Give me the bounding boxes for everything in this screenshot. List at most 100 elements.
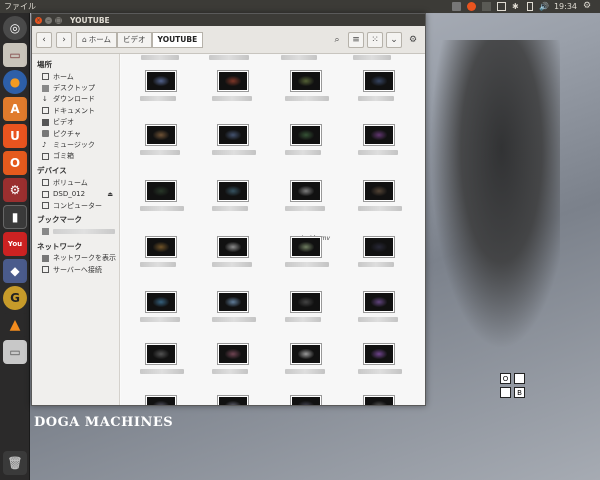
folder-icon bbox=[42, 228, 49, 236]
view-options-button[interactable]: ⌄ bbox=[386, 31, 402, 48]
clock[interactable]: 19:34 bbox=[554, 2, 577, 11]
app-menu[interactable]: ファイル bbox=[0, 1, 36, 12]
video-thumbnail[interactable] bbox=[363, 236, 395, 258]
breadcrumb-youtube[interactable]: YOUTUBE bbox=[151, 31, 204, 48]
file-caption bbox=[358, 150, 398, 155]
video-thumbnail[interactable] bbox=[363, 291, 395, 313]
video-thumbnail[interactable] bbox=[290, 180, 322, 202]
sidebar-item-desktop[interactable]: デスクトップ bbox=[32, 82, 119, 93]
vlc-icon[interactable]: ▲ bbox=[3, 313, 27, 337]
joystick-icon[interactable]: ◆ bbox=[3, 259, 27, 283]
file-caption bbox=[212, 262, 252, 267]
video-thumbnail[interactable] bbox=[145, 70, 177, 92]
toolbar-right: ⌕ ≡ ⁙ ⌄ ⚙ bbox=[329, 31, 421, 48]
file-caption bbox=[140, 150, 180, 155]
ubuntu-one-icon[interactable]: U bbox=[3, 124, 27, 148]
video-thumbnail[interactable] bbox=[290, 343, 322, 365]
sidebar-item-volume[interactable]: ボリューム bbox=[32, 177, 119, 188]
settings-button[interactable]: ⚙ bbox=[405, 32, 421, 48]
office-icon[interactable]: O bbox=[3, 151, 27, 175]
battery-icon[interactable] bbox=[526, 2, 533, 11]
file-caption bbox=[140, 262, 176, 267]
drive-icon[interactable]: ▭ bbox=[3, 340, 27, 364]
software-center-icon[interactable]: A bbox=[3, 97, 27, 121]
video-thumbnail[interactable] bbox=[290, 395, 322, 405]
app-g-icon[interactable]: G bbox=[3, 286, 27, 310]
sidebar-item-trash[interactable]: ゴミ箱 bbox=[32, 151, 119, 162]
file-caption bbox=[285, 369, 325, 374]
bluetooth-icon[interactable]: ✱ bbox=[512, 2, 521, 11]
file-caption bbox=[285, 150, 321, 155]
sidebar-item-bookmark[interactable] bbox=[32, 226, 119, 237]
devices-header: デバイス bbox=[37, 166, 67, 176]
video-thumbnail[interactable] bbox=[217, 180, 249, 202]
video-thumbnail[interactable] bbox=[145, 124, 177, 146]
video-thumbnail[interactable] bbox=[290, 70, 322, 92]
volume-icon[interactable]: 🔊 bbox=[539, 2, 549, 11]
sidebar-item-home[interactable]: ホーム bbox=[32, 71, 119, 82]
video-thumbnail[interactable] bbox=[363, 180, 395, 202]
sidebar-item-browse-network[interactable]: ネットワークを表示 bbox=[32, 253, 119, 264]
close-icon[interactable]: × bbox=[35, 16, 42, 24]
desktop-block-b: B bbox=[514, 387, 525, 398]
settings-icon[interactable]: ⚙ bbox=[3, 178, 27, 202]
video-thumbnail[interactable] bbox=[363, 70, 395, 92]
video-thumbnail[interactable] bbox=[217, 236, 249, 258]
video-thumbnail[interactable] bbox=[363, 395, 395, 405]
youtube-icon[interactable]: You bbox=[3, 232, 27, 256]
video-thumbnail[interactable] bbox=[217, 124, 249, 146]
file-caption bbox=[285, 317, 321, 322]
camera-icon bbox=[42, 130, 49, 138]
grid-view-button[interactable]: ⁙ bbox=[367, 31, 383, 48]
update-icon[interactable] bbox=[466, 2, 476, 11]
video-thumbnail[interactable] bbox=[363, 124, 395, 146]
video-thumbnail[interactable] bbox=[217, 291, 249, 313]
mail-icon[interactable] bbox=[496, 2, 506, 11]
video-thumbnail[interactable] bbox=[145, 343, 177, 365]
file-grid[interactable]: inside.mv bbox=[121, 54, 425, 405]
gear-icon[interactable]: ⚙ bbox=[583, 2, 592, 11]
network-icon bbox=[42, 254, 49, 262]
video-thumbnail[interactable] bbox=[145, 180, 177, 202]
bookmarks-header: ブックマーク bbox=[37, 215, 82, 225]
video-thumbnail[interactable] bbox=[290, 291, 322, 313]
file-caption bbox=[212, 150, 256, 155]
sidebar-item-computer[interactable]: コンピューター bbox=[32, 200, 119, 211]
video-thumbnail[interactable] bbox=[217, 70, 249, 92]
terminal-icon[interactable]: ▮ bbox=[3, 205, 27, 229]
forward-button[interactable]: › bbox=[56, 31, 72, 48]
sidebar-item-documents[interactable]: ドキュメント bbox=[32, 105, 119, 116]
keyboard-icon[interactable] bbox=[481, 2, 491, 11]
file-caption bbox=[140, 317, 180, 322]
file-caption bbox=[358, 96, 394, 101]
sidebar-item-dsd012[interactable]: DSD_012 ⏏ bbox=[32, 189, 119, 200]
files-icon[interactable]: ▭ bbox=[3, 43, 27, 67]
sidebar-item-connect-server[interactable]: サーバーへ接続 bbox=[32, 264, 119, 275]
sidebar-item-pictures[interactable]: ピクチャ bbox=[32, 128, 119, 139]
sidebar-item-videos[interactable]: ビデオ bbox=[32, 117, 119, 128]
title-bar[interactable]: × – □ YOUTUBE bbox=[32, 14, 425, 26]
search-button[interactable]: ⌕ bbox=[329, 32, 345, 48]
firefox-icon[interactable]: ● bbox=[3, 70, 27, 94]
video-thumbnail[interactable] bbox=[217, 395, 249, 405]
eject-icon[interactable]: ⏏ bbox=[107, 191, 113, 198]
sidebar-item-music[interactable]: ♪ ミュージック bbox=[32, 139, 119, 150]
trash-icon[interactable]: 🗑 bbox=[3, 451, 27, 475]
breadcrumb-videos[interactable]: ビデオ bbox=[117, 31, 152, 48]
list-view-button[interactable]: ≡ bbox=[348, 31, 364, 48]
video-thumbnail[interactable] bbox=[145, 236, 177, 258]
back-button[interactable]: ‹ bbox=[36, 31, 52, 48]
sidebar-item-downloads[interactable]: ↓ ダウンロード bbox=[32, 94, 119, 105]
video-thumbnail[interactable] bbox=[290, 236, 322, 258]
maximize-icon[interactable]: □ bbox=[55, 16, 62, 24]
file-caption bbox=[141, 55, 179, 60]
video-thumbnail[interactable] bbox=[363, 343, 395, 365]
video-thumbnail[interactable] bbox=[290, 124, 322, 146]
video-thumbnail[interactable] bbox=[145, 291, 177, 313]
video-thumbnail[interactable] bbox=[217, 343, 249, 365]
network-icon[interactable] bbox=[451, 2, 461, 11]
minimize-icon[interactable]: – bbox=[45, 16, 52, 24]
video-thumbnail[interactable] bbox=[145, 395, 177, 405]
breadcrumb-home[interactable]: ⌂ ホーム bbox=[76, 31, 118, 48]
dash-icon[interactable]: ◎ bbox=[3, 16, 27, 40]
